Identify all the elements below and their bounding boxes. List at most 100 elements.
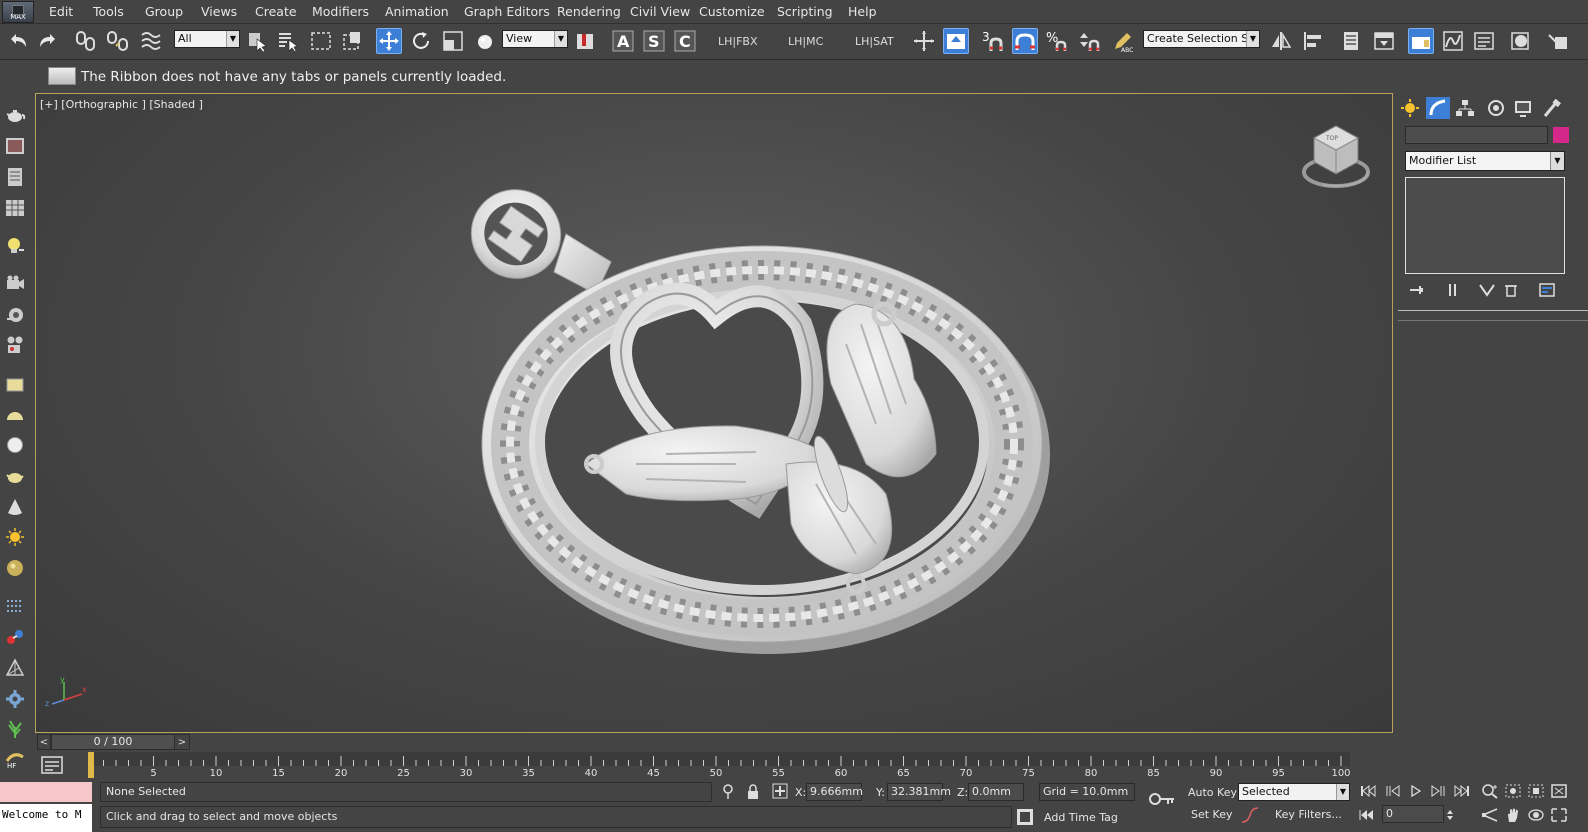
light-bulb-button[interactable] — [3, 235, 27, 257]
app-logo-button[interactable]: MAX — [2, 1, 34, 23]
select-and-scale-button[interactable] — [440, 28, 466, 54]
material-editor-button[interactable] — [1508, 28, 1534, 54]
pin-stack-button[interactable] — [1406, 280, 1428, 300]
s-tool-button[interactable]: S — [641, 28, 667, 54]
lh-mc-button[interactable]: LH|MC — [788, 35, 823, 48]
previous-frame-button[interactable] — [1383, 782, 1403, 800]
edit-named-selection-button[interactable]: ABC — [1110, 28, 1136, 54]
add-time-tag-button[interactable]: Add Time Tag — [1044, 811, 1118, 824]
align-button[interactable] — [1300, 28, 1326, 54]
mini-curve-editor-icon[interactable] — [40, 755, 64, 775]
object-name-field[interactable] — [1405, 126, 1548, 144]
select-object-button[interactable] — [244, 28, 270, 54]
object-color-swatch[interactable] — [1553, 127, 1569, 143]
table-view-button[interactable] — [3, 197, 27, 219]
z-coord-field[interactable]: 0.0mm — [968, 783, 1024, 801]
select-manipulate-button[interactable] — [911, 28, 937, 54]
pyramid-object-button[interactable] — [3, 657, 27, 679]
snaps-toggle-button[interactable]: 3 — [980, 28, 1006, 54]
time-tag-icon[interactable] — [1016, 808, 1034, 829]
isolate-selection-icon[interactable] — [722, 784, 734, 803]
orbit-button[interactable] — [1526, 806, 1546, 824]
menu-rendering[interactable]: Rendering — [557, 4, 621, 19]
pendant-3d-model[interactable] — [436, 164, 1076, 664]
menu-scripting[interactable]: Scripting — [777, 4, 833, 19]
hierarchy-tab[interactable] — [1453, 97, 1477, 119]
zoom-extents-button[interactable] — [1503, 782, 1523, 800]
hemisphere-primitive-button[interactable] — [3, 404, 27, 426]
keyboard-shortcut-override-button[interactable]: A — [610, 28, 636, 54]
menu-civil-view[interactable]: Civil View — [630, 4, 690, 19]
bind-to-space-warp-button[interactable] — [138, 28, 164, 54]
document-list-button[interactable] — [3, 166, 27, 188]
redo-button[interactable] — [35, 28, 61, 54]
show-end-result-button[interactable] — [1442, 280, 1464, 300]
toggle-scene-explorer-button[interactable] — [1408, 28, 1434, 54]
motion-tab[interactable] — [1484, 97, 1508, 119]
field-of-view-button[interactable] — [1480, 806, 1500, 824]
cone-primitive-button[interactable] — [3, 496, 27, 518]
angle-snap-toggle-button[interactable] — [1012, 28, 1038, 54]
spinner-snap-toggle-button[interactable] — [1076, 28, 1102, 54]
c-tool-button[interactable]: C — [672, 28, 698, 54]
timeline-track[interactable]: 5 10 15 20 25 30 35 40 45 50 55 60 65 70 75 80 85 90 95 100 — [88, 752, 1350, 778]
key-filters-button[interactable]: Key Filters... — [1275, 808, 1342, 821]
helper-tape-button[interactable] — [3, 304, 27, 326]
current-frame-marker[interactable] — [88, 752, 94, 778]
hair-fur-button[interactable]: HF — [3, 748, 27, 770]
menu-views[interactable]: Views — [201, 4, 237, 19]
select-and-rotate-button[interactable] — [408, 28, 434, 54]
menu-tools[interactable]: Tools — [93, 4, 124, 19]
menu-customize[interactable]: Customize — [699, 4, 765, 19]
window-crossing-button[interactable] — [340, 28, 366, 54]
menu-group[interactable]: Group — [145, 4, 183, 19]
use-pivot-point-center-button[interactable] — [573, 28, 599, 54]
go-to-start-button[interactable] — [1358, 782, 1378, 800]
selection-filter-dropdown[interactable]: All ▼ — [174, 30, 240, 48]
schematic-view-button[interactable] — [1471, 28, 1497, 54]
previous-frame-button[interactable]: < — [37, 734, 51, 750]
unlink-selection-button[interactable] — [105, 28, 131, 54]
toggle-ribbon-button[interactable] — [1371, 28, 1397, 54]
menu-graph-editors[interactable]: Graph Editors — [464, 4, 550, 19]
menu-modifiers[interactable]: Modifiers — [312, 4, 369, 19]
menu-animation[interactable]: Animation — [385, 4, 449, 19]
remove-modifier-button[interactable] — [1500, 280, 1522, 300]
zoom-extents-all-button[interactable] — [1526, 782, 1546, 800]
sphere-primitive-button[interactable] — [3, 434, 27, 456]
movie-camera-button[interactable] — [3, 334, 27, 356]
default-tangent-icon[interactable] — [1240, 806, 1260, 827]
named-selection-sets-dropdown[interactable]: Create Selection Se ▼ — [1143, 30, 1260, 48]
selection-lock-icon[interactable] — [746, 784, 760, 803]
select-and-move-button[interactable] — [376, 28, 402, 54]
viewport-perspective[interactable]: [+] [Orthographic ] [Shaded ] TOP z y x — [35, 93, 1393, 733]
frame-spinner[interactable] — [1444, 806, 1456, 824]
play-button[interactable] — [1406, 782, 1426, 800]
menu-create[interactable]: Create — [255, 4, 297, 19]
modifier-list-dropdown[interactable]: Modifier List ▼ — [1405, 151, 1565, 171]
reference-coordinate-dropdown[interactable]: View ▼ — [502, 30, 568, 48]
teapot-primitive-button[interactable] — [3, 465, 27, 487]
viewcube-icon[interactable]: TOP — [1300, 122, 1372, 192]
auto-key-button[interactable]: Auto Key — [1188, 786, 1237, 799]
rectangular-selection-button[interactable] — [308, 28, 334, 54]
select-and-link-button[interactable] — [73, 28, 99, 54]
select-and-place-button[interactable] — [472, 28, 498, 54]
mirror-button[interactable] — [1268, 28, 1294, 54]
menu-help[interactable]: Help — [848, 4, 877, 19]
time-slider-thumb[interactable]: 0 / 100 — [51, 734, 175, 750]
render-frame-button[interactable] — [3, 135, 27, 157]
pan-view-button[interactable] — [1503, 806, 1523, 824]
go-to-end-button[interactable] — [1452, 782, 1472, 800]
box-primitive-button[interactable] — [3, 374, 27, 396]
maxscript-listener-mini[interactable] — [0, 782, 92, 802]
utilities-tab[interactable] — [1539, 97, 1563, 119]
select-by-name-button[interactable] — [275, 28, 301, 54]
absolute-relative-toggle-icon[interactable] — [772, 783, 788, 802]
maximize-viewport-button[interactable] — [1549, 782, 1569, 800]
viewport-label[interactable]: [+] [Orthographic ] [Shaded ] — [40, 98, 203, 111]
display-tab[interactable] — [1511, 97, 1535, 119]
foliage-button[interactable] — [3, 718, 27, 740]
key-mode-dropdown[interactable]: Selected ▼ — [1238, 783, 1350, 801]
make-unique-button[interactable] — [1476, 280, 1498, 300]
